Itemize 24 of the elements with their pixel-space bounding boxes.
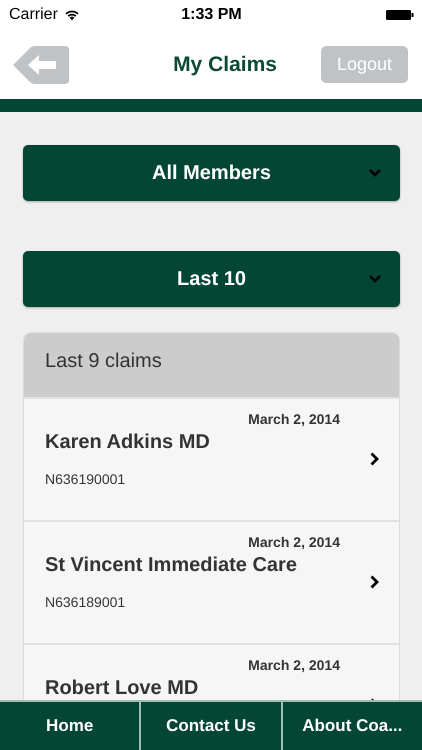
claim-date: March 2, 2014 [248, 411, 340, 427]
status-time: 1:33 PM [181, 6, 242, 24]
chevron-right-icon [370, 452, 379, 466]
carrier-label: Carrier [9, 6, 58, 24]
claim-number: N636190001 [45, 471, 126, 487]
claim-date: March 2, 2014 [248, 534, 340, 550]
claim-date: March 2, 2014 [248, 657, 340, 673]
provider-name: Robert Love MD [45, 677, 200, 700]
card-header: Last 9 claims [24, 333, 399, 397]
back-button[interactable] [13, 46, 69, 84]
back-arrow-icon [13, 46, 69, 84]
battery-icon [386, 9, 414, 21]
caret-icon [369, 275, 381, 283]
filter-dropdown[interactable]: Last 10 [23, 251, 400, 307]
provider-name: Karen Adkins MD [45, 431, 211, 454]
claim-row[interactable]: March 2, 2014 Karen Adkins MD N636190001 [24, 397, 399, 520]
filter-dropdown[interactable]: All Members [23, 145, 400, 201]
provider-name: St Vincent Immediate Care [45, 554, 298, 577]
claim-number: N636189001 [45, 594, 126, 610]
wifi-icon [64, 9, 80, 21]
caret-icon [369, 169, 381, 177]
screen-title: My Claims [173, 52, 277, 76]
chevron-right-icon [370, 575, 379, 589]
claim-row[interactable]: March 2, 2014 St Vincent Immediate Care N636189001 [24, 520, 399, 643]
